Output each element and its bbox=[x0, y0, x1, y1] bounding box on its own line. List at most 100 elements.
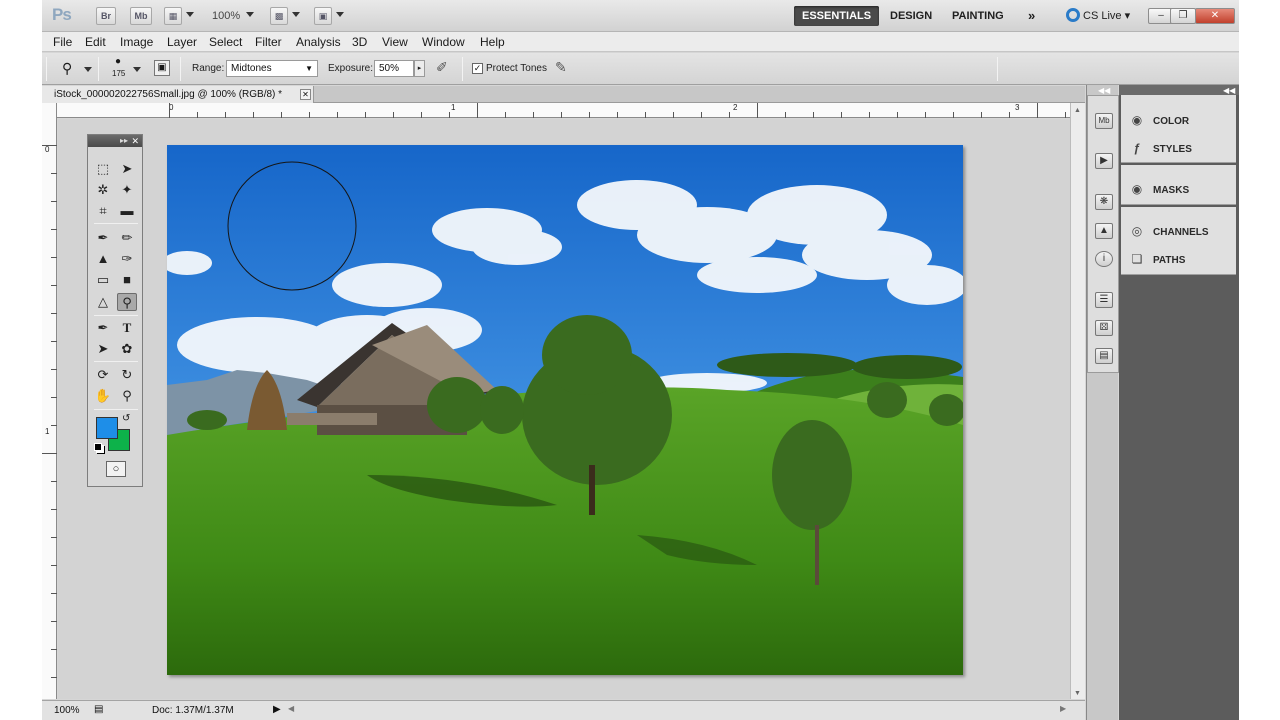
3d-rotate-tool-icon[interactable]: ⟳ bbox=[93, 366, 113, 384]
mini-bridge-panel-icon[interactable]: Mb bbox=[1095, 113, 1113, 129]
cs-live-menu[interactable]: CS Live ▾ bbox=[1066, 8, 1130, 22]
paths-panel-tab[interactable]: ❏ PATHS bbox=[1129, 249, 1186, 269]
custom-shape-tool-icon[interactable]: ✿ bbox=[117, 340, 137, 358]
tools-panel-header[interactable]: ▸▸ ✕ bbox=[88, 135, 142, 147]
lasso-tool-icon[interactable]: ✲ bbox=[93, 181, 113, 199]
zoom-dropdown[interactable] bbox=[246, 12, 254, 17]
dodge-tool-icon[interactable]: ⚲ bbox=[117, 293, 137, 311]
color-panel-tab[interactable]: ◉ COLOR bbox=[1129, 110, 1189, 130]
close-document-icon[interactable]: ✕ bbox=[300, 89, 311, 100]
menu-help[interactable]: Help bbox=[480, 35, 505, 49]
arrange-documents-dropdown[interactable] bbox=[292, 12, 300, 17]
animation-panel-icon[interactable]: ▶ bbox=[1095, 153, 1113, 169]
eraser-tool-icon[interactable]: ▭ bbox=[93, 271, 113, 289]
view-extras-icon[interactable]: ▦ bbox=[164, 7, 182, 25]
dodge-tool-preset-icon[interactable]: ⚲ bbox=[62, 60, 72, 77]
pen-tool-icon[interactable]: ✒ bbox=[93, 319, 113, 337]
status-menu-arrow-icon[interactable]: ▶ bbox=[273, 704, 281, 715]
tablet-pressure-icon[interactable]: ✎ bbox=[555, 59, 567, 76]
menu-file[interactable]: File bbox=[53, 35, 72, 49]
move-tool-icon[interactable]: ➤ bbox=[117, 160, 137, 178]
menu-analysis[interactable]: Analysis bbox=[296, 35, 341, 49]
menu-window[interactable]: Window bbox=[422, 35, 465, 49]
workspace-design[interactable]: DESIGN bbox=[882, 6, 940, 26]
menu-select[interactable]: Select bbox=[209, 35, 242, 49]
brush-tool-icon[interactable]: ✏ bbox=[117, 229, 137, 247]
status-icon[interactable]: ▤ bbox=[94, 704, 103, 715]
history-brush-tool-icon[interactable]: ✑ bbox=[117, 250, 137, 268]
brush-preview-icon[interactable]: ● bbox=[115, 56, 121, 67]
horizontal-ruler[interactable]: 0 1 2 3 bbox=[57, 103, 1085, 118]
launch-bridge-button[interactable]: Br bbox=[96, 7, 116, 25]
collapse-dock-icon[interactable]: ◀◀ bbox=[1098, 86, 1110, 95]
exposure-input[interactable]: 50% bbox=[374, 60, 414, 77]
workspace-painting[interactable]: PAINTING bbox=[944, 6, 1012, 26]
quick-mask-icon[interactable]: ○ bbox=[106, 461, 126, 477]
rectangular-marquee-tool-icon[interactable]: ⬚ bbox=[93, 160, 113, 178]
screen-mode-icon[interactable]: ▣ bbox=[314, 7, 332, 25]
histogram-panel-icon[interactable]: ▲ bbox=[1095, 223, 1113, 239]
menu-3d[interactable]: 3D bbox=[352, 35, 367, 49]
default-colors-icon[interactable] bbox=[94, 443, 102, 451]
scroll-down-icon[interactable]: ▼ bbox=[1074, 690, 1081, 697]
scroll-up-icon[interactable]: ▲ bbox=[1074, 107, 1081, 114]
brush-picker-dropdown[interactable] bbox=[133, 67, 141, 72]
zoom-level[interactable]: 100% bbox=[212, 10, 240, 22]
airbrush-icon[interactable]: ✐ bbox=[436, 59, 448, 76]
crop-tool-icon[interactable]: ⌗ bbox=[93, 202, 113, 220]
blur-tool-icon[interactable]: △ bbox=[93, 293, 113, 311]
scroll-right-icon[interactable]: ▶ bbox=[1060, 704, 1066, 713]
scroll-left-icon[interactable]: ◀ bbox=[288, 704, 294, 713]
menu-filter[interactable]: Filter bbox=[255, 35, 282, 49]
document-image[interactable] bbox=[167, 145, 963, 675]
type-tool-icon[interactable]: T bbox=[117, 319, 137, 337]
launch-mini-bridge-button[interactable]: Mb bbox=[130, 7, 152, 25]
status-zoom[interactable]: 100% bbox=[54, 705, 80, 716]
clone-source-panel-icon[interactable]: ⚄ bbox=[1095, 320, 1113, 336]
zoom-tool-icon[interactable]: ⚲ bbox=[117, 387, 137, 405]
menu-image[interactable]: Image bbox=[120, 35, 153, 49]
document-tab[interactable]: iStock_000002022756Small.jpg @ 100% (RGB… bbox=[42, 86, 314, 103]
status-doc-info[interactable]: Doc: 1.37M/1.37M bbox=[152, 705, 234, 716]
menu-layer[interactable]: Layer bbox=[167, 35, 197, 49]
ruler-tool-icon[interactable]: ▬ bbox=[117, 202, 137, 220]
view-extras-dropdown[interactable] bbox=[186, 12, 194, 17]
brush-panel-toggle-icon[interactable]: ▣ bbox=[154, 60, 170, 76]
menu-view[interactable]: View bbox=[382, 35, 408, 49]
ruler-tick bbox=[169, 103, 170, 118]
tool-preset-dropdown[interactable] bbox=[84, 67, 92, 72]
clone-stamp-tool-icon[interactable]: ▲ bbox=[93, 250, 113, 268]
collapse-panel-icon[interactable]: ▸▸ bbox=[120, 135, 128, 147]
close-panel-icon[interactable]: ✕ bbox=[131, 135, 139, 147]
vertical-ruler[interactable]: 0 1 bbox=[42, 103, 57, 699]
swap-colors-icon[interactable]: ↺ bbox=[122, 413, 130, 424]
arrange-documents-icon[interactable]: ▩ bbox=[270, 7, 288, 25]
dock-icon-strip: Mb ▶ ❋ ▲ i ☰ ⚄ ▤ bbox=[1087, 95, 1119, 373]
range-select[interactable]: Midtones ▼ bbox=[226, 60, 318, 77]
styles-panel-tab[interactable]: ƒ STYLES bbox=[1129, 138, 1192, 158]
path-selection-tool-icon[interactable]: ➤ bbox=[93, 340, 113, 358]
adjustments-panel-icon[interactable]: ☰ bbox=[1095, 292, 1113, 308]
info-panel-icon[interactable]: i bbox=[1095, 251, 1113, 267]
document-tab-bar: iStock_000002022756Small.jpg @ 100% (RGB… bbox=[42, 86, 1085, 103]
hand-tool-icon[interactable]: ✋ bbox=[93, 387, 113, 405]
expand-panels-icon[interactable]: ◀◀ bbox=[1223, 86, 1235, 95]
menu-edit[interactable]: Edit bbox=[85, 35, 106, 49]
exposure-slider-toggle[interactable]: ▸ bbox=[414, 60, 425, 77]
masks-panel-tab[interactable]: ◉ MASKS bbox=[1129, 179, 1189, 199]
navigator-panel-icon[interactable]: ❋ bbox=[1095, 194, 1113, 210]
screen-mode-dropdown[interactable] bbox=[336, 12, 344, 17]
close-window-button[interactable]: ✕ bbox=[1195, 8, 1235, 24]
magic-wand-tool-icon[interactable]: ✦ bbox=[117, 181, 137, 199]
3d-orbit-tool-icon[interactable]: ↻ bbox=[117, 366, 137, 384]
gradient-tool-icon[interactable]: ■ bbox=[117, 271, 137, 289]
spot-healing-tool-icon[interactable]: ✒ bbox=[93, 229, 113, 247]
brush-presets-panel-icon[interactable]: ▤ bbox=[1095, 348, 1113, 364]
vertical-scrollbar[interactable]: ▲ ▼ bbox=[1070, 103, 1085, 699]
more-workspaces-icon[interactable]: » bbox=[1020, 6, 1043, 26]
protect-tones-checkbox[interactable]: ✓ bbox=[472, 63, 483, 74]
workspace-essentials[interactable]: ESSENTIALS bbox=[794, 6, 880, 26]
maximize-button[interactable]: ❐ bbox=[1170, 8, 1196, 24]
channels-panel-tab[interactable]: ◎ CHANNELS bbox=[1129, 221, 1209, 241]
foreground-color-swatch[interactable] bbox=[96, 417, 118, 439]
